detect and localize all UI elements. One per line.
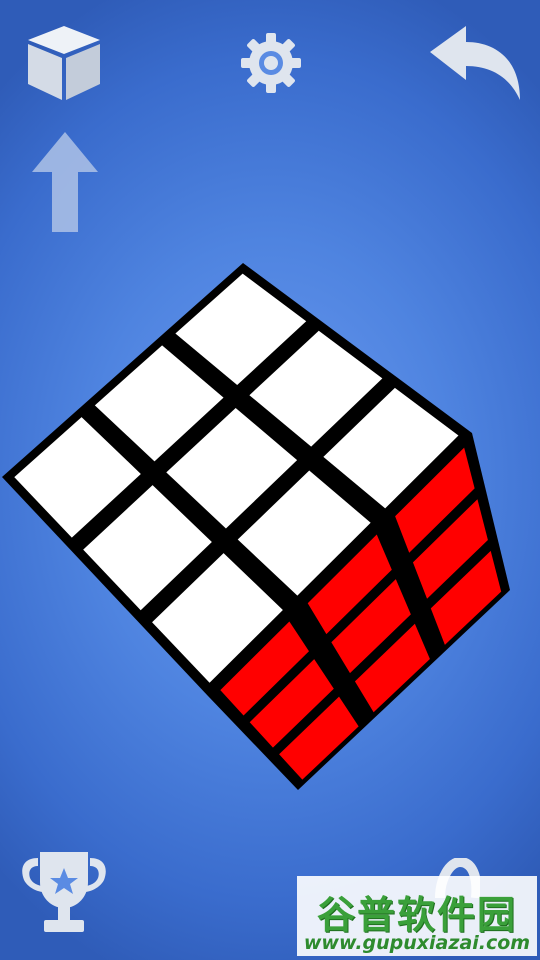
rubiks-cube[interactable] bbox=[0, 0, 540, 960]
watermark-banner: 谷普软件园 www.gupuxiazai.com bbox=[297, 876, 537, 956]
watermark-url: www.gupuxiazai.com bbox=[303, 932, 531, 954]
watermark-title: 谷普软件园 bbox=[316, 893, 517, 937]
